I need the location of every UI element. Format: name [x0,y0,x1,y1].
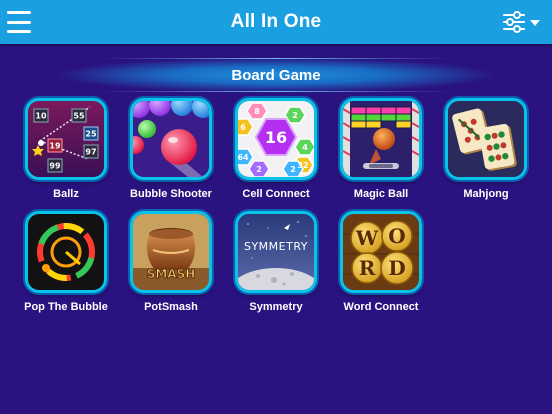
cell-number: 32 [297,161,308,170]
word-connect-icon: W O R D [340,211,422,293]
section-banner: Board Game [60,58,492,92]
pop-the-bubble-icon [25,211,107,293]
cell-number: 16 [265,128,287,147]
ballz-block-number: 25 [85,130,97,139]
magic-ball-icon [340,98,422,180]
cell-number: 4 [302,143,308,152]
game-tile-potsmash[interactable]: SMASH PotSmash [121,211,221,313]
game-tile-mahjong[interactable]: Mahjong [436,98,536,200]
ballz-block-number: 99 [49,162,61,171]
bubble-shooter-icon [130,98,212,180]
game-tile-word-connect[interactable]: W O R D Word Connect [331,211,431,313]
filter-button[interactable] [502,10,542,34]
symmetry-icon: SYMMETRY [235,211,317,293]
ballz-block-number: 55 [73,112,85,121]
game-tile-cell-connect[interactable]: 8 2 6 16 64 4 2 32 2 Cell Connect [226,98,326,200]
symmetry-logo-text: SYMMETRY [244,240,308,253]
game-name: Bubble Shooter [130,188,212,200]
game-tile-ballz[interactable]: 10 55 25 19 97 99 Ballz [16,98,116,200]
page-title: All In One [230,11,322,32]
chevron-down-icon [530,20,540,26]
game-name: Cell Connect [242,188,310,200]
game-tile-symmetry[interactable]: SYMMETRY Symmetry [226,211,326,313]
game-tile-bubble-shooter[interactable]: Bubble Shooter [121,98,221,200]
game-name: Pop The Bubble [24,301,108,313]
ballz-block-number: 10 [35,112,47,121]
word-tile-letter: O [388,224,405,248]
word-tile-letter: D [388,256,405,280]
potsmash-icon: SMASH [130,211,212,293]
game-name: PotSmash [144,301,198,313]
game-name: Magic Ball [353,188,409,200]
mahjong-icon [445,98,527,180]
word-tile-letter: W [355,226,379,250]
hamburger-menu-icon[interactable] [7,11,31,33]
ballz-block-number: 19 [49,142,61,151]
cell-number: 64 [238,153,249,162]
ballz-block-number: 97 [85,148,96,157]
word-tile-letter: R [359,256,376,280]
sliders-filter-icon [503,11,540,33]
potsmash-logo-text: SMASH [147,267,196,281]
game-name: Ballz [53,188,79,200]
cell-number: 8 [254,107,260,116]
top-bar: All In One [0,0,552,44]
cell-number: 2 [292,111,298,120]
ballz-icon: 10 55 25 19 97 99 [25,98,107,180]
game-name: Symmetry [249,301,303,313]
game-tile-magic-ball[interactable]: Magic Ball [331,98,431,200]
game-tile-pop-the-bubble[interactable]: Pop The Bubble [16,211,116,313]
cell-number: 2 [256,165,262,174]
section-title: Board Game [231,66,321,84]
cell-number: 2 [290,165,296,174]
game-name: Word Connect [343,301,419,313]
cell-number: 6 [240,123,246,132]
cell-connect-icon: 8 2 6 16 64 4 2 32 2 [235,98,317,180]
game-name: Mahjong [463,188,509,200]
